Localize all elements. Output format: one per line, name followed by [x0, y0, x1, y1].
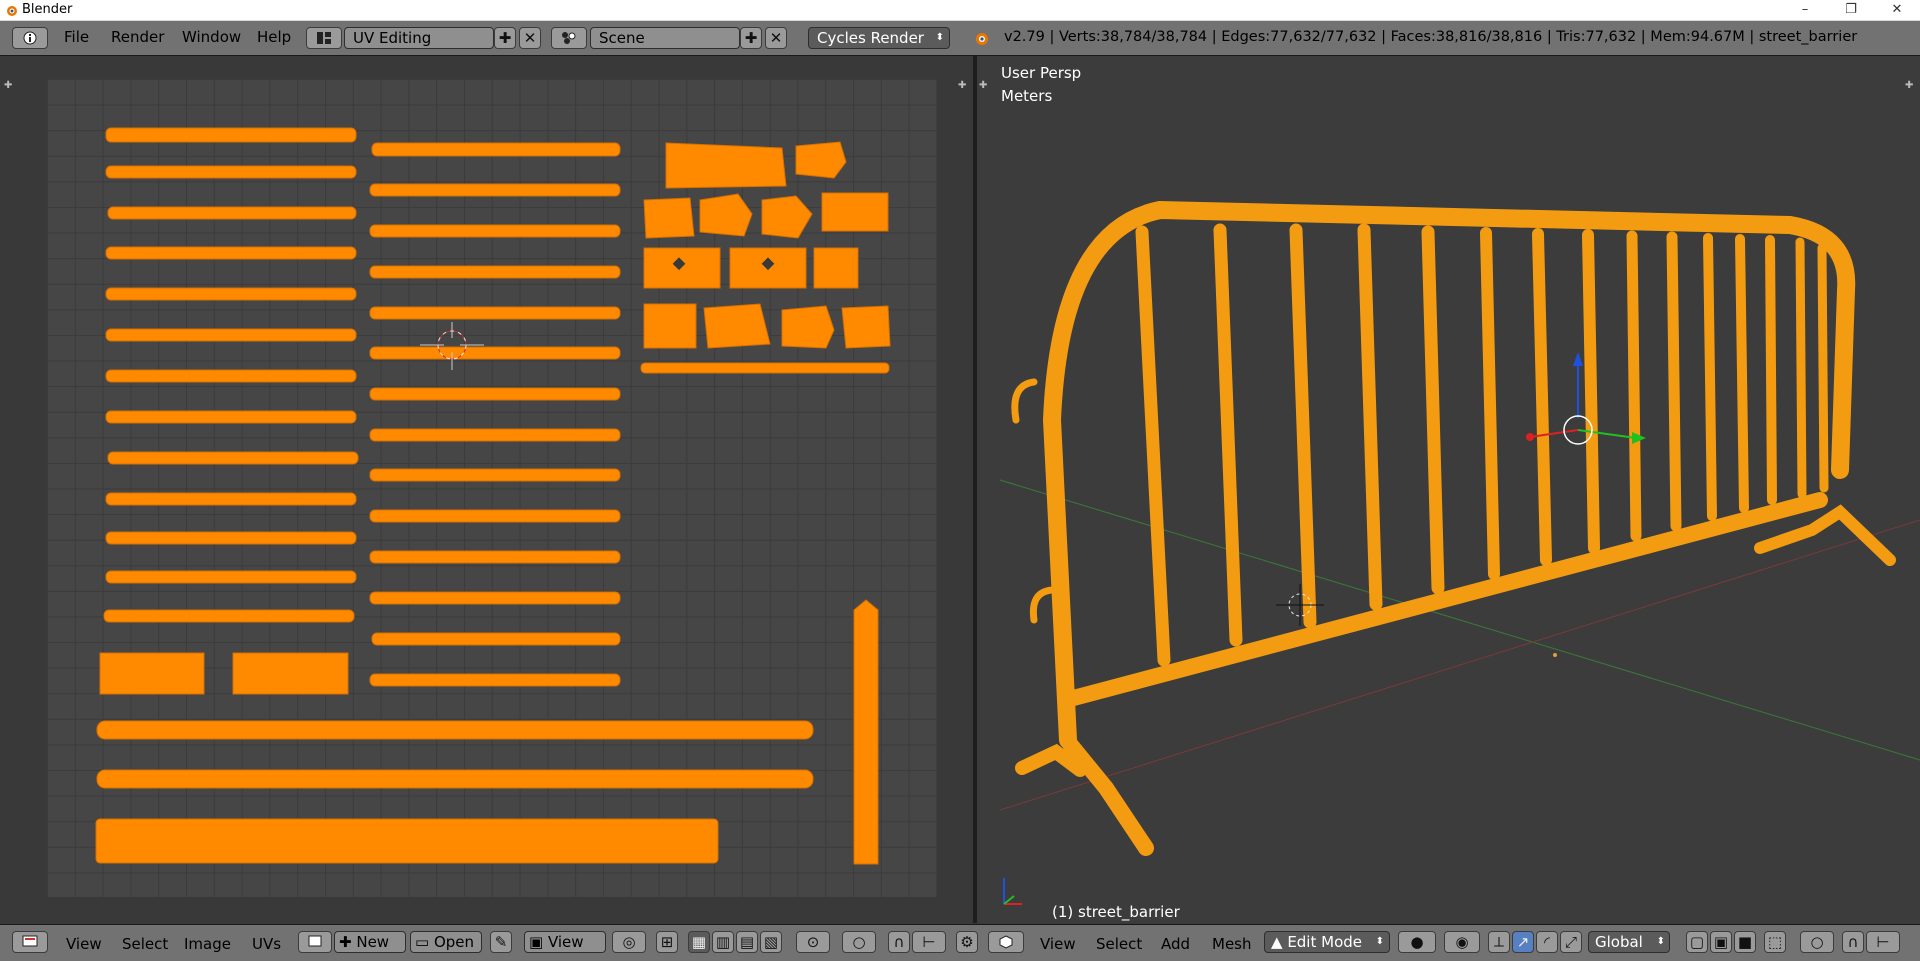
pivot-select[interactable]: ◎: [612, 931, 646, 953]
image-editor-icon: [22, 935, 38, 947]
sticky-select-icon[interactable]: ⊞: [656, 931, 678, 953]
face-select-mode-icon[interactable]: ■: [1734, 931, 1756, 953]
open-image-label: Open: [433, 933, 475, 951]
close-icon: ✕: [523, 29, 537, 47]
snap-magnet-icon[interactable]: ∩: [1842, 931, 1864, 953]
minimize-button[interactable]: –: [1782, 0, 1828, 20]
render-engine-label: Cycles Render: [817, 29, 924, 47]
scene-icon: [562, 32, 576, 44]
editor-type-button[interactable]: [12, 27, 48, 49]
uv-menu-select[interactable]: Select: [122, 935, 168, 953]
view3d-menu-add[interactable]: Add: [1161, 935, 1190, 953]
mode-select[interactable]: ▲ Edit Mode ⬍: [1264, 931, 1390, 953]
menu-help[interactable]: Help: [257, 28, 291, 46]
orientation-label: Global: [1595, 933, 1643, 951]
folder-icon: ▭: [415, 933, 434, 951]
new-image-label: New: [356, 933, 390, 951]
magnet-icon[interactable]: ∩: [888, 931, 910, 953]
screen-layout-field[interactable]: UV Editing: [344, 27, 494, 49]
uv-islands[interactable]: [0, 56, 973, 923]
uv-menu-uvs[interactable]: UVs: [252, 935, 281, 953]
cursor-icon: [1276, 584, 1324, 626]
uv-editor-type-button[interactable]: [12, 931, 48, 953]
pin-icon[interactable]: ✎: [490, 931, 512, 953]
plus-icon: ✚: [744, 29, 758, 47]
edge-select-icon[interactable]: ▥: [712, 931, 734, 953]
open-image-button[interactable]: ▭ Open: [410, 931, 482, 953]
view3d-menu-view[interactable]: View: [1040, 935, 1076, 953]
screen-layout-icon: [317, 32, 331, 44]
add-screen-button[interactable]: ✚: [494, 27, 516, 49]
snap-target-select[interactable]: ⊢: [912, 931, 946, 953]
view3d-menu-select[interactable]: Select: [1096, 935, 1142, 953]
scene-statistics: v2.79 | Verts:38,784/38,784 | Edges:77,6…: [1004, 29, 1858, 45]
screen-layout-button[interactable]: [306, 27, 342, 49]
window-title: Blender: [22, 2, 73, 17]
proportional-edit-select[interactable]: ○: [842, 931, 876, 953]
axis-gizmo-icon: [1003, 878, 1022, 905]
chevron-updown-icon: ⬍: [935, 32, 944, 43]
uv-view-mode-select[interactable]: ▣ View: [524, 931, 606, 953]
snap-select[interactable]: ⊙: [796, 931, 830, 953]
barrier-model[interactable]: [977, 56, 1920, 923]
new-image-button[interactable]: ✚ New: [334, 931, 406, 953]
blender-logo-icon: [976, 33, 988, 45]
pivot-point-select[interactable]: ◉: [1444, 931, 1480, 953]
view3d-editor-type-button[interactable]: [988, 931, 1024, 953]
blender-logo-icon: [7, 6, 17, 16]
close-window-button[interactable]: ✕: [1874, 0, 1920, 20]
menu-file[interactable]: File: [64, 28, 89, 46]
view-icon: ▣: [529, 933, 548, 951]
translate-icon[interactable]: ↗: [1512, 931, 1534, 953]
uv-menu-view[interactable]: View: [66, 935, 102, 953]
manipulator-toggle-icon[interactable]: ⟂: [1488, 931, 1510, 953]
scale-icon[interactable]: ⤢: [1560, 931, 1582, 953]
mode-label: Edit Mode: [1287, 933, 1362, 951]
chevron-updown-icon: ⬍: [1375, 936, 1384, 947]
maximize-button[interactable]: ❐: [1828, 0, 1874, 20]
vertex-select-icon[interactable]: ▦: [688, 931, 710, 953]
snap-element-select[interactable]: ⊢: [1866, 931, 1900, 953]
viewport-shading-select[interactable]: ●: [1398, 931, 1436, 953]
delete-screen-button[interactable]: ✕: [519, 27, 541, 49]
scene-button[interactable]: [551, 27, 587, 49]
menu-render[interactable]: Render: [111, 28, 164, 46]
island-select-icon[interactable]: ▧: [760, 931, 782, 953]
proportional-edit-select[interactable]: ○: [1800, 931, 1834, 953]
edit-mode-icon: ▲: [1271, 933, 1288, 951]
close-icon: ✕: [769, 29, 783, 47]
render-engine-select[interactable]: Cycles Render ⬍: [808, 27, 950, 49]
delete-scene-button[interactable]: ✕: [765, 27, 787, 49]
info-icon: [23, 31, 37, 45]
scene-field[interactable]: Scene: [590, 27, 740, 49]
editor-headers: View Select Image UVs ✚ New ▭ Open ✎ ▣ V…: [0, 924, 1920, 961]
view3d-icon: [999, 935, 1013, 949]
uv-menu-image[interactable]: Image: [184, 935, 231, 953]
vertex-select-mode-icon[interactable]: ▢: [1686, 931, 1708, 953]
limit-selection-icon[interactable]: ⬚: [1764, 931, 1786, 953]
browse-image-button[interactable]: [298, 931, 332, 953]
image-icon: [308, 935, 322, 947]
rotate-icon[interactable]: ◜: [1536, 931, 1558, 953]
transform-orientation-select[interactable]: Global ⬍: [1588, 931, 1670, 953]
view3d-menu-mesh[interactable]: Mesh: [1212, 935, 1252, 953]
plus-icon: ✚: [339, 933, 357, 951]
window-title-bar: Blender – ❐ ✕: [0, 0, 1920, 21]
plus-icon: ✚: [498, 29, 512, 47]
edge-select-mode-icon[interactable]: ▣: [1710, 931, 1732, 953]
info-header: File Render Window Help UV Editing ✚ ✕ S…: [0, 21, 1920, 56]
menu-window[interactable]: Window: [182, 28, 241, 46]
face-select-icon[interactable]: ▤: [736, 931, 758, 953]
chevron-updown-icon: ⬍: [1656, 936, 1665, 947]
settings-icon[interactable]: ⚙: [956, 931, 978, 953]
add-scene-button[interactable]: ✚: [740, 27, 762, 49]
cursor-icon: [420, 322, 484, 370]
uv-view-mode-label: View: [547, 933, 584, 951]
